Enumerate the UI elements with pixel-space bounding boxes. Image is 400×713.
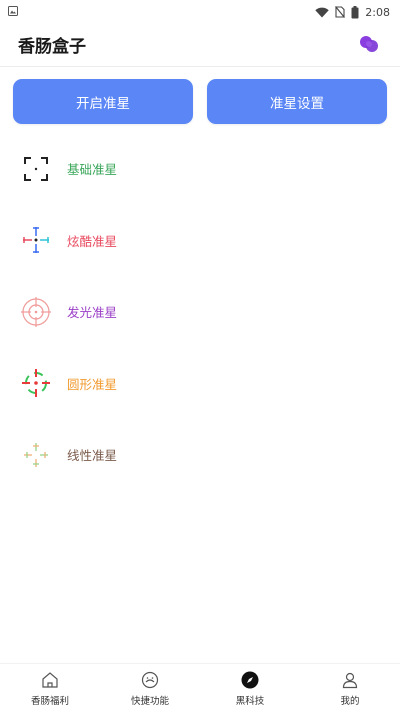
user-icon [340, 670, 360, 690]
crosshair-list: 基础准星 炫酷准星 发光准星 圆形准星 线性准星 [0, 133, 400, 491]
theme-icon [360, 36, 378, 52]
status-bar: 2:08 [0, 0, 400, 24]
enable-crosshair-button[interactable]: 开启准星 [13, 79, 193, 124]
crosshair-item-linear[interactable]: 线性准星 [0, 419, 400, 491]
header-divider [0, 66, 400, 67]
crosshair-item-glow[interactable]: 发光准星 [0, 276, 400, 348]
status-right: 2:08 [315, 5, 390, 19]
bottom-nav: 香肠福利 快捷功能 黑科技 我的 [0, 663, 400, 713]
crosshair-item-cool[interactable]: 炫酷准星 [0, 205, 400, 277]
circle-crosshair-icon [17, 364, 55, 402]
crosshair-label: 基础准星 [67, 162, 118, 178]
crosshair-label: 线性准星 [67, 448, 118, 464]
nav-label: 香肠福利 [30, 696, 69, 707]
notification-icon [8, 5, 18, 19]
battery-icon [351, 5, 359, 19]
app-header: 香肠盒子 [0, 24, 400, 64]
crosshair-settings-button[interactable]: 准星设置 [207, 79, 387, 124]
crosshair-label: 圆形准星 [67, 376, 118, 392]
theme-button[interactable] [356, 31, 382, 57]
home-icon [40, 670, 60, 690]
action-buttons: 开启准星 准星设置 [13, 79, 387, 124]
page-title: 香肠盒子 [18, 36, 86, 57]
nav-item-mine[interactable]: 我的 [300, 664, 400, 713]
nav-label: 快捷功能 [130, 696, 169, 707]
basic-crosshair-icon [17, 150, 55, 188]
nav-item-shortcuts[interactable]: 快捷功能 [100, 664, 200, 713]
crosshair-item-circle[interactable]: 圆形准星 [0, 348, 400, 420]
gamepad-icon [140, 670, 160, 690]
compass-icon [240, 670, 260, 690]
wifi-icon [315, 7, 329, 18]
nav-item-black-tech[interactable]: 黑科技 [200, 664, 300, 713]
linear-crosshair-icon [17, 436, 55, 474]
nav-label: 黑科技 [235, 696, 265, 707]
crosshair-label: 发光准星 [67, 305, 118, 321]
crosshair-item-basic[interactable]: 基础准星 [0, 133, 400, 205]
clock: 2:08 [365, 5, 390, 19]
glow-crosshair-icon [17, 293, 55, 331]
no-sim-icon [335, 6, 346, 18]
cool-crosshair-icon [17, 221, 55, 259]
crosshair-label: 炫酷准星 [67, 233, 118, 249]
nav-item-welfare[interactable]: 香肠福利 [0, 664, 100, 713]
nav-label: 我的 [340, 696, 360, 707]
